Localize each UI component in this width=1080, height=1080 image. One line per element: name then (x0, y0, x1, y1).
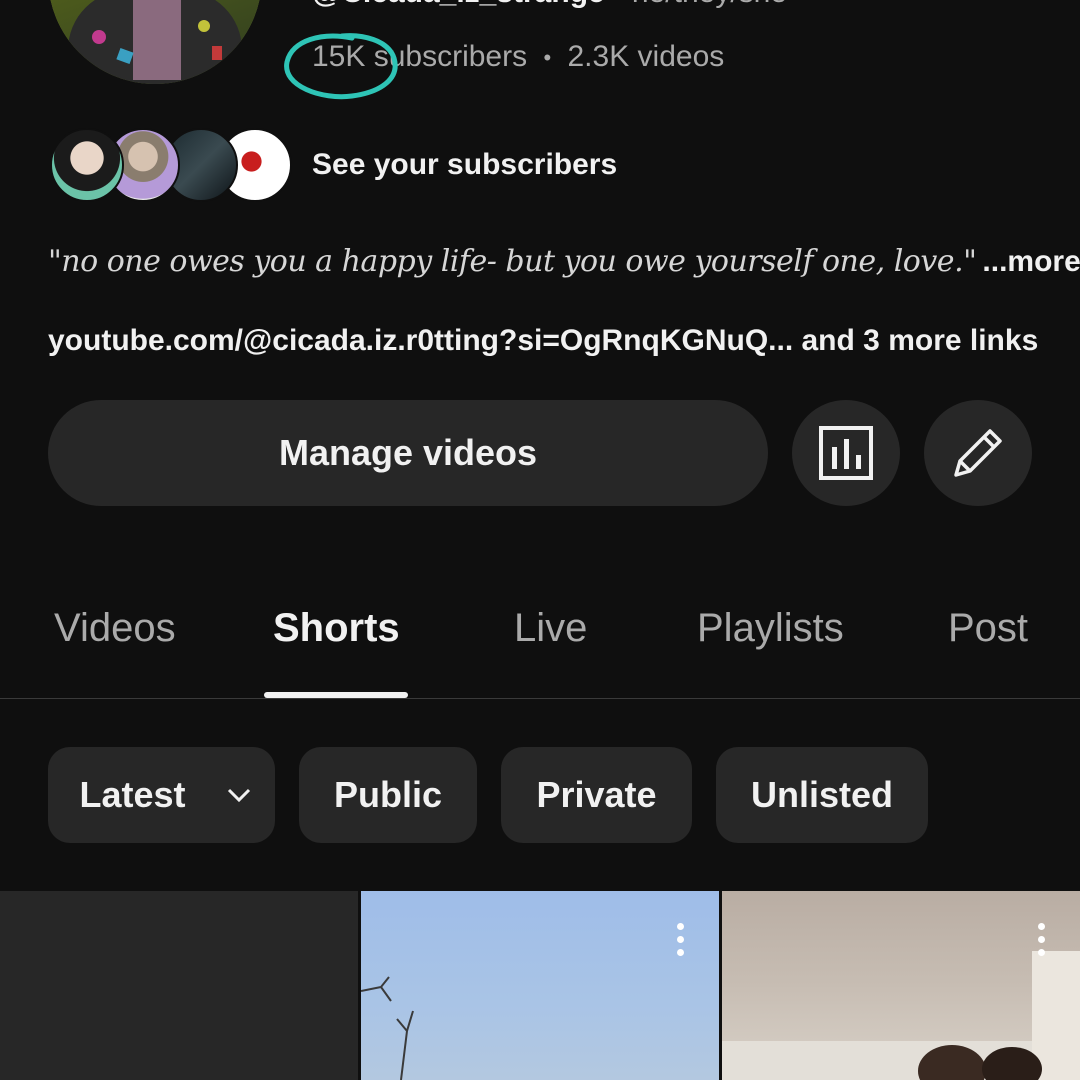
stats-separator: • (543, 45, 552, 71)
pronouns: he/they/she (632, 0, 787, 9)
filter-chip-private[interactable]: Private (501, 747, 692, 843)
subscriber-avatar (50, 128, 124, 202)
edit-channel-button[interactable] (924, 400, 1032, 506)
bio-text: "no one owes you a happy life- but you o… (48, 244, 977, 279)
short-thumbnail[interactable] (722, 891, 1080, 1080)
see-subscribers-link[interactable]: See your subscribers (312, 148, 617, 182)
sort-dropdown[interactable]: Latest (48, 747, 275, 843)
filter-chip-public[interactable]: Public (299, 747, 477, 843)
more-options-icon[interactable] (1037, 923, 1045, 963)
channel-links[interactable]: youtube.com/@cicada.iz.r0tting?si=OgRnqK… (48, 324, 1038, 358)
sort-label: Latest (79, 774, 186, 815)
channel-description[interactable]: "no one owes you a happy life- but you o… (48, 244, 1080, 279)
video-count: 2.3K videos (567, 40, 725, 73)
pencil-icon (954, 429, 1002, 477)
short-thumbnail[interactable] (0, 891, 358, 1080)
thumbnail-image (722, 951, 1080, 1080)
tab-videos[interactable]: Videos (54, 606, 176, 651)
tab-shorts[interactable]: Shorts (273, 606, 400, 651)
manage-videos-button[interactable]: Manage videos (48, 400, 768, 506)
analytics-button[interactable] (792, 400, 900, 506)
more-options-icon[interactable] (676, 923, 684, 963)
filter-chip-unlisted[interactable]: Unlisted (716, 747, 928, 843)
channel-avatar[interactable] (48, 0, 262, 84)
tab-divider (0, 698, 1080, 699)
subscriber-avatars[interactable] (50, 128, 292, 202)
thumbnail-image (361, 976, 414, 1080)
tab-playlists[interactable]: Playlists (697, 606, 844, 651)
bio-more-link[interactable]: ...more (982, 245, 1080, 278)
short-thumbnail[interactable] (361, 891, 719, 1080)
annotation-circle (284, 33, 398, 100)
pronouns-separator: • (613, 0, 624, 9)
channel-handle: @Cicada_iz_strange • he/they/she (312, 0, 787, 10)
active-tab-indicator (264, 692, 408, 698)
bar-chart-icon (819, 426, 873, 480)
tab-posts[interactable]: Post (948, 606, 1028, 651)
tab-live[interactable]: Live (514, 606, 587, 651)
handle-text: @Cicada_iz_strange (312, 0, 605, 9)
chevron-down-icon (227, 788, 250, 803)
